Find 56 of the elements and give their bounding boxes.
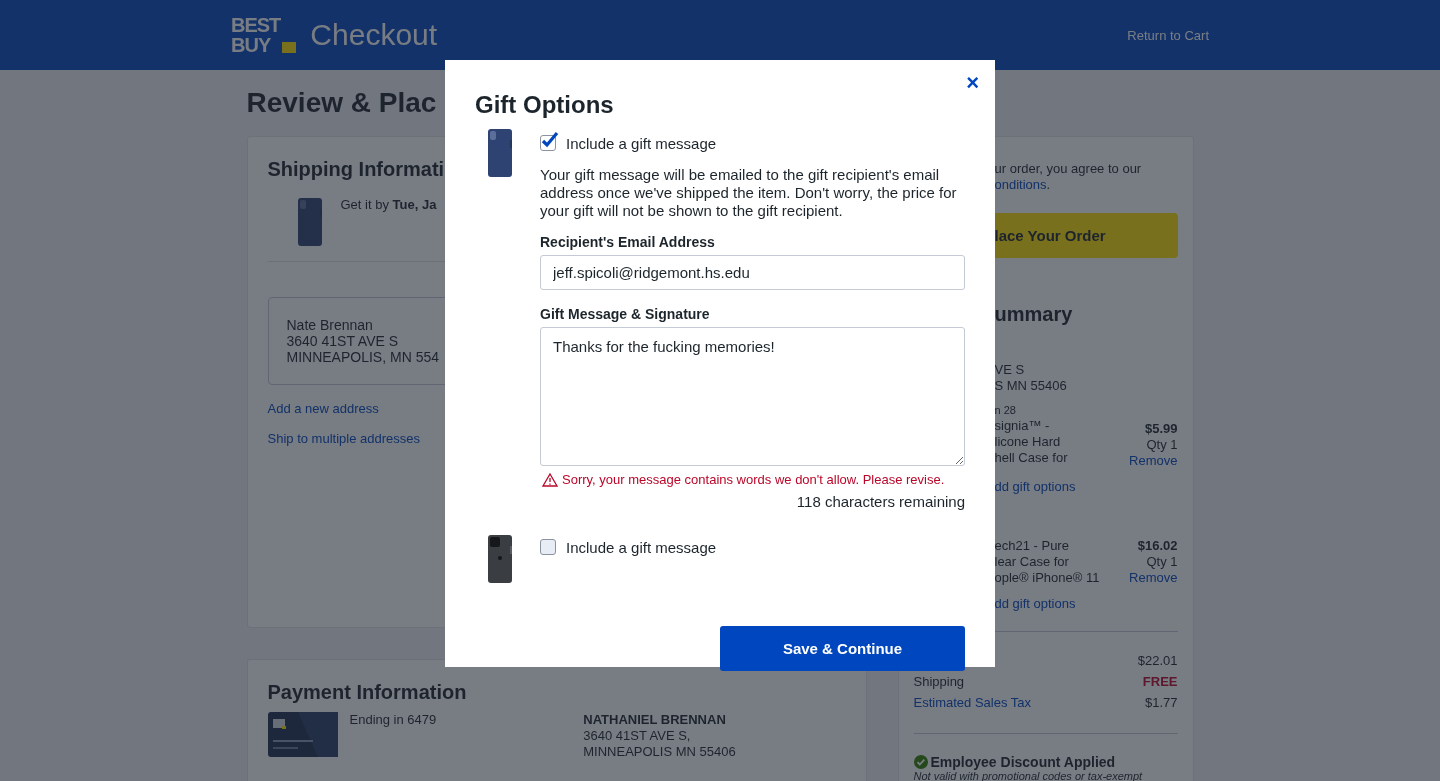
- quantity: Qty 1: [1146, 554, 1178, 570]
- card-ending: Ending in 6479: [349, 712, 437, 729]
- delivery-date: Get it by Tue, Ja: [340, 197, 437, 212]
- header-title: Checkout: [310, 18, 438, 52]
- quantity: Qty 1: [1146, 437, 1178, 453]
- address-line: 3640 41ST AVE S: [286, 333, 399, 349]
- cardholder-name: NATHANIEL BRENNAN: [583, 712, 727, 728]
- return-to-cart-link[interactable]: Return to Cart: [1127, 27, 1209, 43]
- email-field[interactable]: jeff.spicoli@ridgemont.hs.edu: [540, 255, 965, 290]
- check-circle-icon: [913, 755, 928, 769]
- field-label: Recipient's Email Address: [540, 234, 716, 250]
- error-message: Sorry, your message contains words we don't allow. Please revise.: [562, 472, 945, 487]
- delivery-date: n 28: [994, 403, 1017, 418]
- dialog-title: Gift Options: [475, 90, 615, 120]
- characters-remaining: 118 characters remaining: [796, 493, 965, 510]
- product-name-line: lear Case for: [994, 554, 1070, 570]
- address-line: VE S: [994, 362, 1026, 378]
- checkbox-label: Include a gift message: [566, 134, 717, 152]
- remove-link[interactable]: Remove: [1129, 570, 1178, 586]
- field-label: Gift Message & Signature: [540, 306, 711, 322]
- price: $16.02: [1137, 538, 1178, 554]
- section-title: Payment Information: [267, 680, 467, 704]
- discount-title: Employee Discount Applied: [930, 754, 1116, 770]
- total-value: $22.01: [1137, 652, 1178, 670]
- section-title: ummary: [994, 303, 1074, 326]
- gift-message-field[interactable]: Thanks for the fucking memories!: [540, 327, 965, 466]
- terms-text: onditions.: [994, 177, 1052, 193]
- address-line: S MN 55406: [994, 378, 1068, 394]
- total-label-link[interactable]: Estimated Sales Tax: [913, 692, 1032, 713]
- product-name-line: hell Case for: [994, 450, 1068, 466]
- logo[interactable]: BEST BUY: [231, 15, 297, 55]
- warning-icon: [542, 472, 558, 487]
- product-name-line: signia™ -: [994, 418, 1051, 434]
- gift-options-link[interactable]: dd gift options: [994, 479, 1178, 495]
- section-title: Shipping Informati: [267, 157, 445, 181]
- total-value: $1.77: [1144, 694, 1178, 712]
- product-name-line: ech21 - Pure: [994, 538, 1070, 554]
- product-name-line: ople® iPhone® 11: [994, 570, 1100, 586]
- billing-address-line: MINNEAPOLIS MN 55406: [583, 744, 736, 760]
- checkbox[interactable]: [540, 539, 556, 555]
- product-name-line: licone Hard: [994, 434, 1062, 450]
- total-value: FREE: [1142, 673, 1178, 691]
- checkbox-label: Include a gift message: [566, 538, 717, 556]
- terms-text: ur order, you agree to our: [994, 161, 1143, 177]
- checkbox[interactable]: [540, 135, 556, 151]
- billing-address-line: 3640 41ST AVE S,: [583, 728, 692, 744]
- page-title: Review & Plac: [246, 88, 437, 118]
- terms-link[interactable]: onditions: [994, 177, 1047, 192]
- close-button[interactable]: ×: [964, 70, 981, 96]
- gift-options-link[interactable]: dd gift options: [994, 596, 1178, 612]
- address-line: Nate Brennan: [286, 317, 373, 333]
- address-line: MINNEAPOLIS, MN 554: [286, 349, 439, 365]
- price: $5.99: [1144, 421, 1178, 437]
- save-continue-button[interactable]: Save & Continue: [720, 626, 965, 671]
- total-label: Shipping: [913, 673, 965, 691]
- remove-link[interactable]: Remove: [1129, 453, 1178, 469]
